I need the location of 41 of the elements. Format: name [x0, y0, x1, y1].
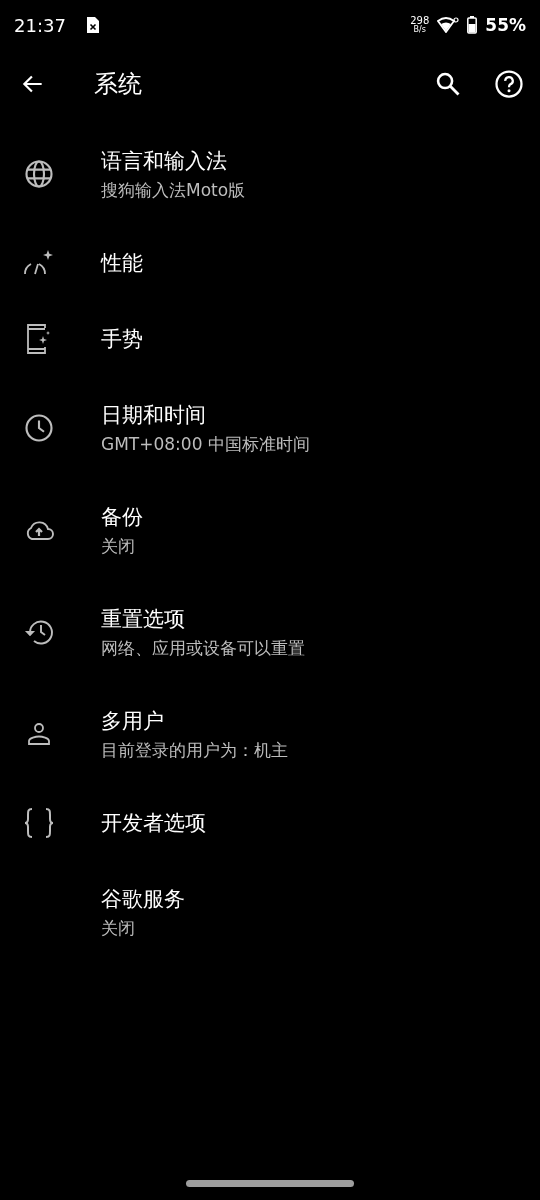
item-title: 性能: [101, 250, 143, 277]
item-summary: 关闭: [101, 534, 136, 558]
help-icon: [494, 69, 524, 99]
settings-item[interactable]: 开发者选项: [0, 785, 540, 861]
item-summary: 关闭: [101, 916, 136, 940]
settings-item[interactable]: 备份 关闭: [0, 479, 540, 581]
item-title: 重置选项: [101, 605, 186, 633]
clock-icon: [24, 413, 54, 443]
item-title: 备份: [101, 503, 143, 531]
sim-card-icon: [85, 16, 100, 34]
item-summary: GMT+08:00 中国标准时间: [101, 432, 310, 456]
settings-item[interactable]: 手势: [0, 301, 540, 377]
item-title: 多用户: [101, 707, 165, 735]
wifi-icon: [437, 17, 460, 33]
item-title: 谷歌服务: [101, 885, 185, 913]
network-speed-unit: B/s: [413, 26, 426, 34]
settings-item[interactable]: 日期和时间 GMT+08:00 中国标准时间: [0, 377, 540, 479]
person-icon: [27, 722, 51, 746]
status-time: 21:37: [14, 14, 66, 36]
item-summary: 搜狗输入法Moto版: [101, 178, 246, 202]
item-summary: 目前登录的用户为：机主: [101, 738, 288, 762]
search-icon: [434, 70, 462, 98]
item-title: 日期和时间: [101, 401, 207, 429]
phone-sparkle-icon: [26, 323, 52, 355]
settings-item[interactable]: 重置选项 网络、应用或设备可以重置: [0, 581, 540, 683]
gauge-sparkle-icon: [23, 249, 55, 277]
cloud-upload-icon: [24, 519, 54, 541]
code-braces-icon: [23, 808, 55, 838]
item-summary: 网络、应用或设备可以重置: [101, 636, 305, 660]
battery-icon: [467, 16, 478, 34]
page-title: 系统: [94, 69, 143, 100]
settings-item[interactable]: 多用户 目前登录的用户为：机主: [0, 683, 540, 785]
settings-item[interactable]: 性能: [0, 225, 540, 301]
settings-item[interactable]: 谷歌服务 关闭: [0, 861, 540, 963]
network-speed: 298: [410, 16, 430, 26]
item-title: 开发者选项: [101, 810, 206, 837]
globe-icon: [24, 159, 54, 189]
settings-item[interactable]: 语言和输入法 搜狗输入法Moto版: [0, 123, 540, 225]
item-title: 语言和输入法: [101, 147, 228, 175]
battery-percent: 55%: [485, 15, 526, 35]
item-title: 手势: [101, 326, 143, 353]
